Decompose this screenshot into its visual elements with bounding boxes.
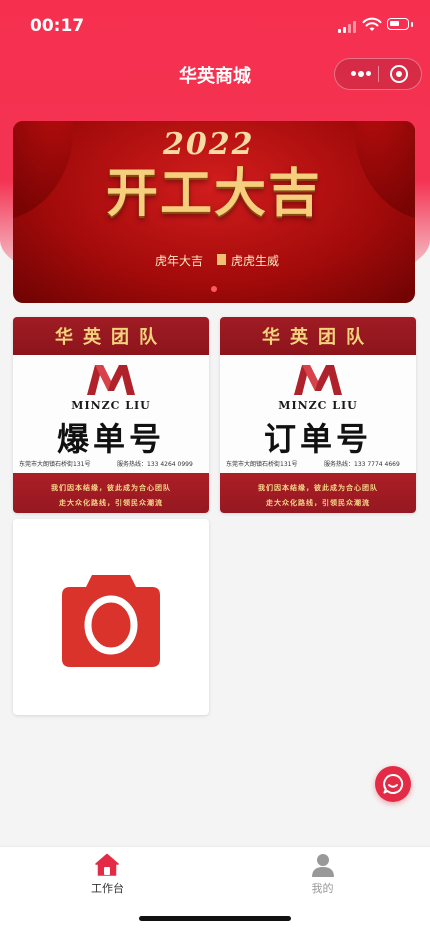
banner-sub-right: 虎虎生威	[231, 254, 280, 268]
home-indicator	[139, 916, 291, 921]
card-big-text: 爆单号	[56, 420, 165, 458]
tab-label-workbench: 工作台	[91, 882, 124, 895]
carousel-indicator	[211, 286, 217, 292]
cellular-signal-icon	[338, 21, 358, 33]
card-motto-line1: 我们因本结缘，彼此成为合心团队	[258, 484, 378, 492]
team-card-dingdan[interactable]: 华英团队 MINZC LIU 订单号 东莞市大朗镇石桥街131号 服务热线：13…	[220, 317, 416, 513]
tab-mine[interactable]: 我的	[215, 847, 430, 907]
team-card-baodan[interactable]: 华英团队 MINZC LIU 爆单号 东莞市大朗镇石桥街131号 服务热线：13…	[13, 317, 209, 513]
card-big-text: 订单号	[263, 420, 372, 458]
brand-logo-icon	[294, 365, 342, 395]
battery-icon	[387, 18, 413, 30]
card-brand: MINZC LIU	[278, 399, 358, 412]
card-hotline: 服务热线：133 4264 0999	[117, 461, 193, 468]
banner-slogan: 开工大吉	[105, 163, 322, 224]
tab-workbench[interactable]: 工作台	[0, 847, 215, 907]
card-brand: MINZC LIU	[71, 399, 151, 412]
banner-sub-left: 虎年大吉	[155, 254, 204, 268]
card-motto-line1: 我们因本结缘，彼此成为合心团队	[51, 484, 171, 492]
capsule-divider	[378, 66, 379, 82]
status-time: 00:17	[30, 16, 85, 36]
card-motto-line2: 走大众化路线，引领民众潮流	[59, 499, 163, 507]
card-address: 东莞市大朗镇石桥街131号	[19, 461, 91, 468]
camera-icon	[62, 575, 160, 667]
seal-icon	[217, 254, 226, 265]
user-icon	[312, 854, 334, 877]
home-icon	[95, 853, 119, 876]
card-team-name: 华英团队	[262, 327, 374, 348]
chat-bubble-icon	[383, 773, 404, 794]
miniprogram-capsule	[334, 58, 422, 90]
wifi-icon	[362, 17, 382, 31]
status-bar: 00:17	[0, 0, 430, 52]
promo-banner[interactable]: 2022 开工大吉 虎年大吉 虎虎生威	[13, 121, 415, 303]
card-hotline: 服务热线：133 7774 4669	[324, 461, 400, 468]
customer-service-button[interactable]	[375, 766, 411, 802]
card-motto-line2: 走大众化路线，引领民众潮流	[266, 499, 370, 507]
upload-photo-card[interactable]	[13, 519, 209, 715]
close-miniprogram-icon[interactable]	[390, 65, 408, 83]
tab-label-mine: 我的	[311, 882, 334, 895]
card-address: 东莞市大朗镇石桥街131号	[226, 461, 298, 468]
more-options-icon[interactable]	[343, 59, 377, 89]
brand-logo-icon	[87, 365, 135, 395]
card-team-name: 华英团队	[55, 327, 167, 348]
